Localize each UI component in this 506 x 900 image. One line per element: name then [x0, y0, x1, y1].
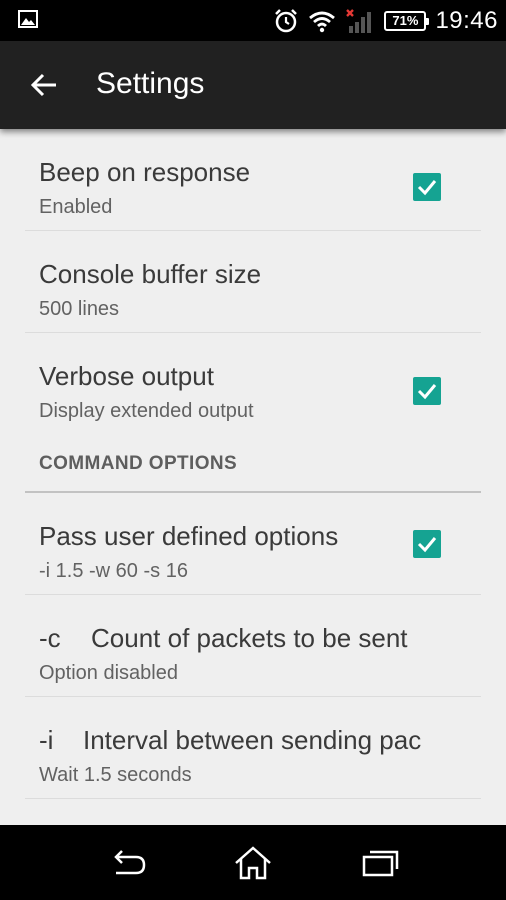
option-flag: -c: [39, 623, 61, 653]
signal-icon: [346, 8, 372, 33]
pref-title: Console buffer size: [39, 259, 262, 289]
pref-title: Pass user defined options: [39, 521, 339, 551]
navigation-bar: [0, 825, 506, 900]
pref-summary: -i 1.5 -w 60 -s 16: [39, 560, 188, 582]
beep-checkbox[interactable]: [413, 173, 441, 201]
nav-back-button[interactable]: [106, 843, 150, 883]
pref-summary: 500 lines: [39, 298, 120, 320]
pref-summary: Display extended output: [39, 400, 254, 422]
pref-console-buffer-size[interactable]: Console buffer size 500 lines: [25, 231, 481, 333]
pref-title-row: -c Count of packets to be sent: [39, 623, 481, 654]
nav-home-button[interactable]: [231, 843, 275, 883]
back-button[interactable]: [22, 65, 66, 105]
category-title: COMMAND OPTIONS: [39, 453, 238, 474]
recents-icon: [362, 850, 399, 877]
nav-recents-button[interactable]: [358, 843, 402, 883]
app-bar: Settings: [0, 41, 506, 129]
pass-options-checkbox[interactable]: [413, 530, 441, 558]
arrow-back-icon: [30, 73, 56, 97]
check-icon: [417, 384, 437, 400]
photo-icon: [18, 10, 38, 28]
battery-level: 71%: [392, 13, 419, 28]
pref-title: Beep on response: [39, 157, 251, 187]
pref-interval-option[interactable]: -i Interval between sending pac Wait 1.5 …: [25, 697, 481, 799]
settings-list: Beep on response Enabled Console buffer …: [0, 129, 506, 825]
check-icon: [417, 537, 437, 553]
pref-pass-user-options[interactable]: Pass user defined options -i 1.5 -w 60 -…: [25, 493, 481, 595]
battery-icon: 71%: [384, 10, 430, 31]
pref-title: Count of packets to be sent: [91, 623, 408, 653]
page-title: Settings: [96, 67, 205, 100]
verbose-checkbox[interactable]: [413, 377, 441, 405]
option-flag: -i: [39, 725, 54, 755]
pref-count-option[interactable]: -c Count of packets to be sent Option dis…: [25, 595, 481, 697]
pref-verbose-output[interactable]: Verbose output Display extended output: [25, 333, 481, 435]
alarm-icon: [275, 8, 298, 32]
pref-summary: Wait 1.5 seconds: [39, 764, 192, 786]
pref-summary: Option disabled: [39, 662, 178, 684]
back-nav-icon: [114, 850, 146, 875]
check-icon: [417, 180, 437, 196]
category-header: COMMAND OPTIONS: [25, 435, 481, 493]
pref-title: Verbose output: [39, 361, 214, 391]
pref-title-row: -i Interval between sending pac: [39, 725, 481, 756]
status-bar: 71% 19:46: [0, 0, 506, 41]
pref-summary: Enabled: [39, 196, 113, 218]
wifi-icon: [309, 11, 336, 32]
pref-beep-on-response[interactable]: Beep on response Enabled: [25, 129, 481, 231]
home-icon: [235, 846, 271, 880]
pref-title: Interval between sending pac: [83, 725, 422, 755]
clock: 19:46: [435, 6, 498, 34]
